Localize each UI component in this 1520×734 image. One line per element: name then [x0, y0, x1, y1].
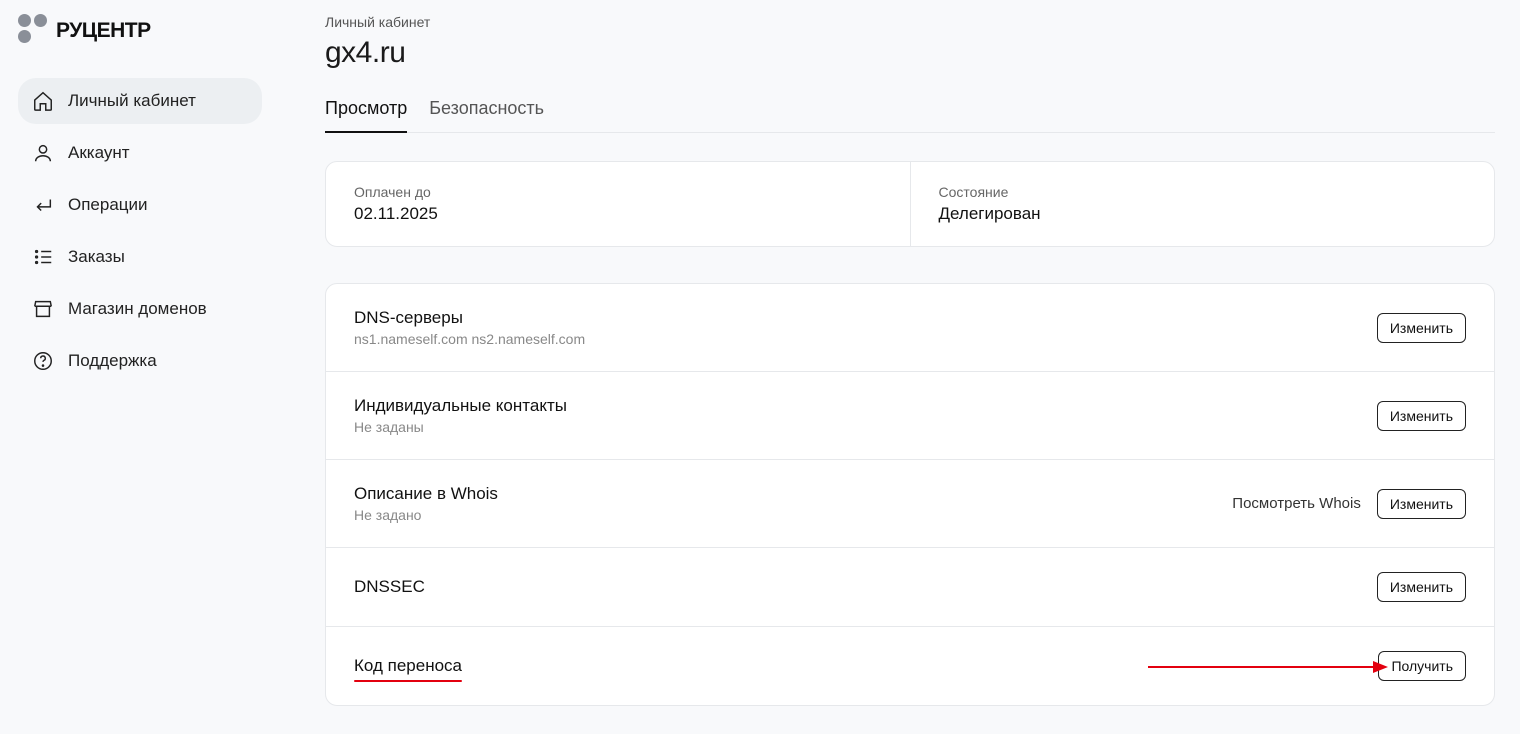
row-title: DNSSEC	[354, 577, 425, 597]
sidebar-item-support[interactable]: Поддержка	[18, 338, 262, 384]
home-icon	[32, 90, 54, 112]
tabs: Просмотр Безопасность	[325, 98, 1495, 133]
annotation-arrow-icon	[1148, 657, 1388, 677]
tab-view[interactable]: Просмотр	[325, 98, 407, 133]
main-content: Личный кабинет gx4.ru Просмотр Безопасно…	[280, 0, 1520, 734]
sidebar-item-label: Заказы	[68, 247, 125, 267]
page-title: gx4.ru	[325, 36, 1495, 70]
sidebar-item-label: Операции	[68, 195, 148, 215]
info-status: Состояние Делегирован	[910, 162, 1495, 246]
info-paid-until: Оплачен до 02.11.2025	[326, 162, 910, 246]
row-title: DNS-серверы	[354, 308, 585, 328]
edit-dnssec-button[interactable]: Изменить	[1377, 572, 1466, 602]
sidebar-item-orders[interactable]: Заказы	[18, 234, 262, 280]
row-title: Индивидуальные контакты	[354, 396, 567, 416]
get-transfer-code-button[interactable]: Получить	[1378, 651, 1466, 681]
row-subtitle: Не задано	[354, 507, 498, 523]
row-title: Описание в Whois	[354, 484, 498, 504]
row-transfer-code: Код переноса Получить	[326, 627, 1494, 705]
sidebar-item-label: Аккаунт	[68, 143, 130, 163]
row-whois: Описание в Whois Не задано Посмотреть Wh…	[326, 460, 1494, 548]
row-dnssec: DNSSEC Изменить	[326, 548, 1494, 627]
store-icon	[32, 298, 54, 320]
info-label: Состояние	[939, 184, 1467, 200]
sidebar-item-label: Поддержка	[68, 351, 157, 371]
sidebar-nav: Личный кабинет Аккаунт Операции Заказы	[18, 78, 262, 384]
info-value: 02.11.2025	[354, 204, 882, 224]
tab-security[interactable]: Безопасность	[429, 98, 544, 132]
edit-contacts-button[interactable]: Изменить	[1377, 401, 1466, 431]
sidebar-item-dashboard[interactable]: Личный кабинет	[18, 78, 262, 124]
row-dns: DNS-серверы ns1.nameself.com ns2.namesel…	[326, 284, 1494, 372]
sidebar-item-domain-store[interactable]: Магазин доменов	[18, 286, 262, 332]
sidebar-item-account[interactable]: Аккаунт	[18, 130, 262, 176]
info-label: Оплачен до	[354, 184, 882, 200]
help-icon	[32, 350, 54, 372]
sidebar-item-label: Магазин доменов	[68, 299, 207, 319]
sidebar: РУЦЕНТР Личный кабинет Аккаунт Операции	[0, 0, 280, 734]
return-arrow-icon	[32, 194, 54, 216]
info-value: Делегирован	[939, 204, 1467, 224]
row-subtitle: Не заданы	[354, 419, 567, 435]
edit-whois-button[interactable]: Изменить	[1377, 489, 1466, 519]
edit-dns-button[interactable]: Изменить	[1377, 313, 1466, 343]
view-whois-link[interactable]: Посмотреть Whois	[1232, 495, 1361, 512]
annotation-underline	[354, 680, 462, 682]
row-title: Код переноса	[354, 656, 462, 676]
logo-dots-icon	[18, 14, 48, 48]
logo[interactable]: РУЦЕНТР	[18, 14, 262, 48]
user-icon	[32, 142, 54, 164]
list-icon	[32, 246, 54, 268]
row-contacts: Индивидуальные контакты Не заданы Измени…	[326, 372, 1494, 460]
sidebar-item-operations[interactable]: Операции	[18, 182, 262, 228]
logo-text: РУЦЕНТР	[56, 19, 151, 43]
sidebar-item-label: Личный кабинет	[68, 91, 196, 111]
info-card: Оплачен до 02.11.2025 Состояние Делегиро…	[325, 161, 1495, 247]
settings-list: DNS-серверы ns1.nameself.com ns2.namesel…	[325, 283, 1495, 706]
row-subtitle: ns1.nameself.com ns2.nameself.com	[354, 331, 585, 347]
breadcrumb[interactable]: Личный кабинет	[325, 14, 1495, 30]
